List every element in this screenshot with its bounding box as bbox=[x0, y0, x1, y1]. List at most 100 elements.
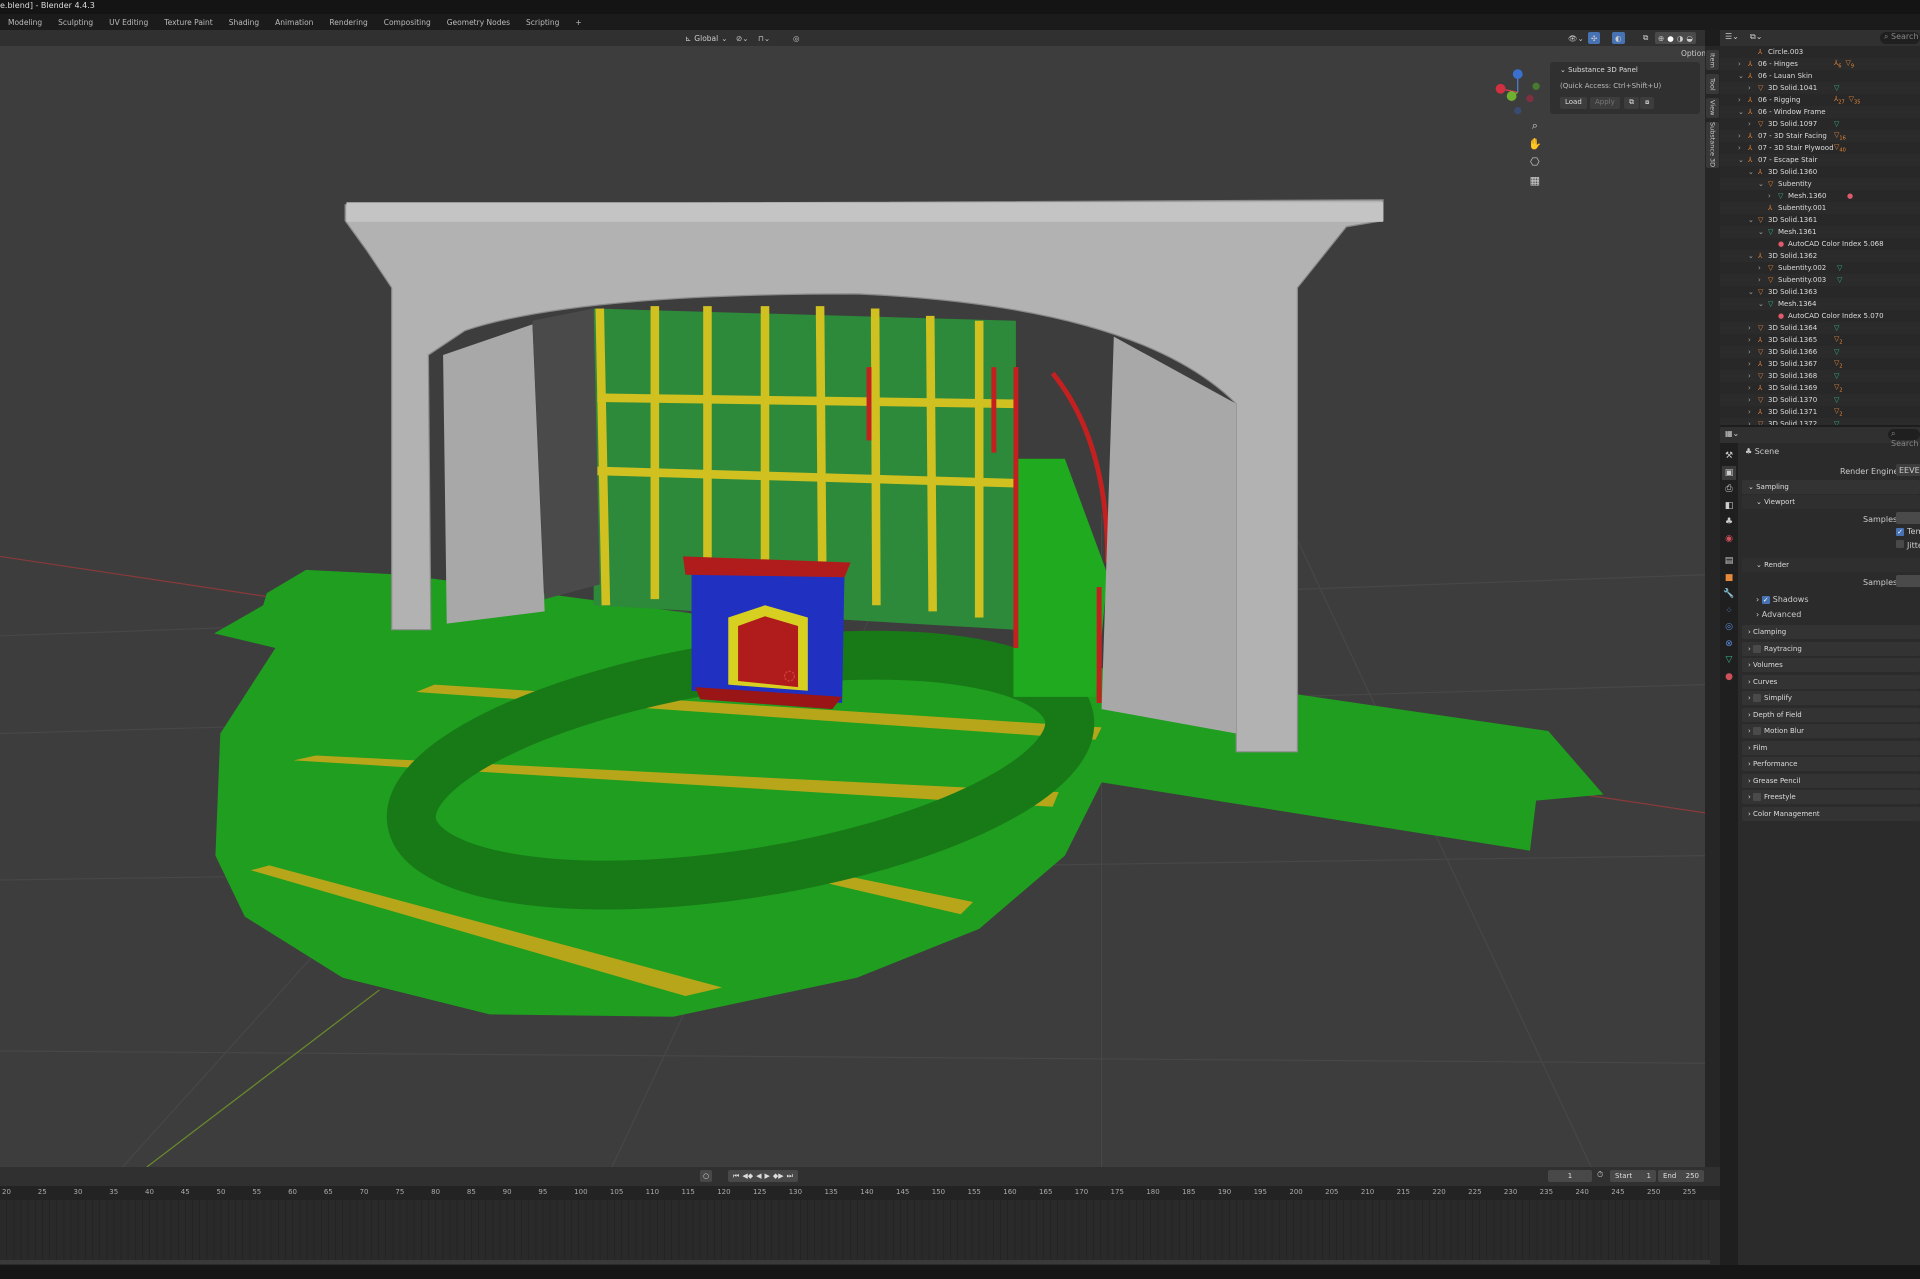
wireframe-shading-icon[interactable]: ⊕ bbox=[1658, 34, 1664, 43]
outliner-row[interactable]: ⌄ ▽ 3D Solid.1363 bbox=[1720, 286, 1920, 298]
panel-motion-blur[interactable]: › Motion Blur bbox=[1742, 724, 1920, 738]
sidebar-tab-substance-3d[interactable]: Substance 3D bbox=[1706, 122, 1719, 168]
tab-modeling[interactable]: Modeling bbox=[0, 18, 50, 27]
current-frame-field[interactable]: 1 bbox=[1548, 1170, 1592, 1182]
mesh-count-badge[interactable]: ▽9 bbox=[1845, 59, 1854, 69]
data-count-badge[interactable]: ▽ bbox=[1834, 396, 1839, 404]
gizmo-z-axis[interactable] bbox=[1512, 69, 1523, 79]
outliner-row[interactable]: › ⅄ 3D Solid.1371 ▽2 bbox=[1720, 406, 1920, 418]
data-count-badge[interactable]: ▽ bbox=[1834, 348, 1839, 356]
outliner-row[interactable]: › ⅄ 07 - 3D Stair Facing ▽16 bbox=[1720, 130, 1920, 142]
substance-panel-header[interactable]: ⌄ Substance 3D Panel bbox=[1560, 66, 1638, 74]
outliner-row[interactable]: ⌄ ▽ Subentity bbox=[1720, 178, 1920, 190]
apply-button[interactable]: Apply bbox=[1590, 97, 1620, 109]
ortho-grid-icon[interactable]: ▦ bbox=[1530, 174, 1540, 187]
display-mode-dropdown[interactable]: ☰⌄ bbox=[1725, 32, 1739, 41]
mat-count-badge[interactable]: ● bbox=[1847, 192, 1853, 200]
chevron-down-icon[interactable]: ⌄ bbox=[1748, 216, 1758, 224]
chevron-right-icon[interactable]: › bbox=[1748, 336, 1758, 344]
navigation-gizmo[interactable] bbox=[1495, 69, 1540, 115]
material-icon[interactable]: ● bbox=[1722, 670, 1736, 684]
empty-count-badge[interactable]: ⅄6 bbox=[1834, 59, 1841, 69]
panel-freestyle[interactable]: › Freestyle bbox=[1742, 790, 1920, 804]
outliner-row[interactable]: › ▽ 3D Solid.1368 ▽ bbox=[1720, 370, 1920, 382]
gizmo-y-axis[interactable] bbox=[1506, 91, 1517, 101]
collection-icon[interactable]: ▤ bbox=[1722, 554, 1736, 568]
transform-orientation-dropdown[interactable]: ⊾ Global ⌄ bbox=[682, 32, 731, 44]
properties-search-input[interactable]: ⌕ Search bbox=[1888, 429, 1920, 448]
load-button[interactable]: Load bbox=[1560, 97, 1587, 109]
editor-type-dropdown[interactable]: ▦⌄ bbox=[1725, 429, 1739, 438]
chevron-right-icon[interactable]: › bbox=[1748, 360, 1758, 368]
chevron-right-icon[interactable]: › bbox=[1748, 84, 1758, 92]
render-icon[interactable]: ▣ bbox=[1722, 465, 1736, 480]
play-icon[interactable]: ▶ bbox=[764, 1172, 769, 1180]
gizmo-x-axis[interactable] bbox=[1495, 83, 1506, 94]
outliner-row[interactable]: ⅄ Subentity.001 bbox=[1720, 202, 1920, 214]
panel-grease-pencil[interactable]: › Grease Pencil bbox=[1742, 773, 1920, 788]
mesh-count-badge[interactable]: ▽16 bbox=[1834, 131, 1846, 141]
panel-enable-checkbox[interactable] bbox=[1753, 694, 1762, 702]
chevron-down-icon[interactable]: ⌄ bbox=[1748, 288, 1758, 296]
panel-sampling[interactable]: ⌄ Sampling bbox=[1742, 480, 1920, 494]
chevron-down-icon[interactable]: ⌄ bbox=[1758, 180, 1768, 188]
data-count-badge[interactable]: ▽ bbox=[1837, 276, 1842, 284]
constraints-icon[interactable]: ⊗ bbox=[1722, 637, 1736, 651]
end-frame-field[interactable]: End 250 bbox=[1658, 1170, 1704, 1182]
data-count-badge[interactable]: ▽ bbox=[1834, 120, 1839, 128]
panel-clamping[interactable]: › Clamping bbox=[1742, 625, 1920, 639]
tab--[interactable]: + bbox=[567, 18, 589, 27]
chevron-right-icon[interactable]: › bbox=[1738, 144, 1748, 152]
pivot-point-dropdown[interactable]: ⊘⌄ bbox=[733, 32, 752, 44]
material-import-icon[interactable]: ⧉ bbox=[1624, 97, 1639, 109]
tab-compositing[interactable]: Compositing bbox=[376, 18, 439, 27]
object-icon[interactable]: ■ bbox=[1722, 571, 1736, 585]
outliner-row[interactable]: ⌄ ▽ Mesh.1364 bbox=[1720, 298, 1920, 310]
panel-performance[interactable]: › Performance bbox=[1742, 757, 1920, 771]
outliner-row[interactable]: › ▽ 3D Solid.1372 ▽ bbox=[1720, 418, 1920, 425]
outliner-row[interactable]: ● AutoCAD Color Index 5.068 bbox=[1720, 238, 1920, 250]
tab-rendering[interactable]: Rendering bbox=[321, 18, 375, 27]
data-count-badge[interactable]: ▽ bbox=[1834, 324, 1839, 332]
shading-mode-buttons[interactable]: ⊕ ● ◑ ◒ bbox=[1655, 32, 1696, 44]
frame-ruler[interactable]: 20 25 30 35 40 45 50 55 60 65 70 75 80 85 90 95 100 105 11… bbox=[0, 1186, 1720, 1200]
outliner-row[interactable]: › ▽ 3D Solid.1366 ▽ bbox=[1720, 346, 1920, 358]
panel-enable-checkbox[interactable] bbox=[1753, 644, 1762, 653]
chevron-right-icon[interactable]: › bbox=[1748, 396, 1758, 404]
outliner-row[interactable]: › ⅄ 3D Solid.1365 ▽2 bbox=[1720, 334, 1920, 346]
outliner-row[interactable]: › ▽ Mesh.1360 ● bbox=[1720, 190, 1920, 202]
outliner-row[interactable]: › ▽ 3D Solid.1370 ▽ bbox=[1720, 394, 1920, 406]
prev-keyframe-icon[interactable]: ◀◆ bbox=[742, 1172, 753, 1180]
outliner-row[interactable]: ⅄ Circle.003 bbox=[1720, 46, 1920, 58]
physics-icon[interactable]: ◎ bbox=[1722, 620, 1736, 634]
play-reverse-icon[interactable]: ◀ bbox=[756, 1172, 761, 1180]
panel-enable-checkbox[interactable] bbox=[1753, 727, 1762, 735]
chevron-down-icon[interactable]: ⌄ bbox=[1758, 228, 1768, 236]
jump-start-icon[interactable]: ⏮ bbox=[733, 1172, 739, 1181]
render-samples-field[interactable] bbox=[1896, 575, 1920, 587]
scene-render[interactable]: ⌕ ✋ ⎔ ▦ bbox=[0, 46, 1705, 1167]
panel-volumes[interactable]: › Volumes bbox=[1742, 658, 1920, 672]
chevron-right-icon[interactable]: › bbox=[1738, 96, 1748, 104]
empty-count-badge[interactable]: ⅄27 bbox=[1834, 95, 1845, 105]
material-preset-icon[interactable]: ⧇ bbox=[1640, 97, 1655, 109]
mesh-count-badge[interactable]: ▽2 bbox=[1834, 383, 1843, 393]
tab-animation[interactable]: Animation bbox=[267, 18, 321, 27]
sidebar-tab-item[interactable]: Item bbox=[1706, 50, 1719, 70]
timeline-scrollbar[interactable] bbox=[0, 1260, 1710, 1264]
panel-curves[interactable]: › Curves bbox=[1742, 674, 1920, 689]
panel-depth-of-field[interactable]: › Depth of Field bbox=[1742, 707, 1920, 722]
data-icon[interactable]: ▽ bbox=[1722, 653, 1736, 667]
outliner-row[interactable]: › ▽ 3D Solid.1041 ▽ bbox=[1720, 82, 1920, 94]
tab-uv-editing[interactable]: UV Editing bbox=[101, 18, 156, 27]
chevron-down-icon[interactable]: ⌄ bbox=[1758, 300, 1768, 308]
proportional-editing-toggle[interactable]: ◎ bbox=[790, 32, 803, 44]
outliner-row[interactable]: › ⅄ 07 - 3D Stair Plywood ▽40 bbox=[1720, 142, 1920, 154]
outliner-row[interactable]: ⌄ ⅄ 06 - Window Frame bbox=[1720, 106, 1920, 118]
output-icon[interactable]: ⎙ bbox=[1722, 482, 1736, 496]
panel-enable-checkbox[interactable] bbox=[1753, 793, 1762, 801]
shadows-subpanel[interactable]: › ✓ Shadows bbox=[1756, 595, 1808, 604]
outliner-row[interactable]: ⌄ ⅄ 3D Solid.1362 bbox=[1720, 250, 1920, 262]
sidebar-tab-tool[interactable]: Tool bbox=[1706, 74, 1719, 94]
outliner-row[interactable]: › ▽ 3D Solid.1364 ▽ bbox=[1720, 322, 1920, 334]
